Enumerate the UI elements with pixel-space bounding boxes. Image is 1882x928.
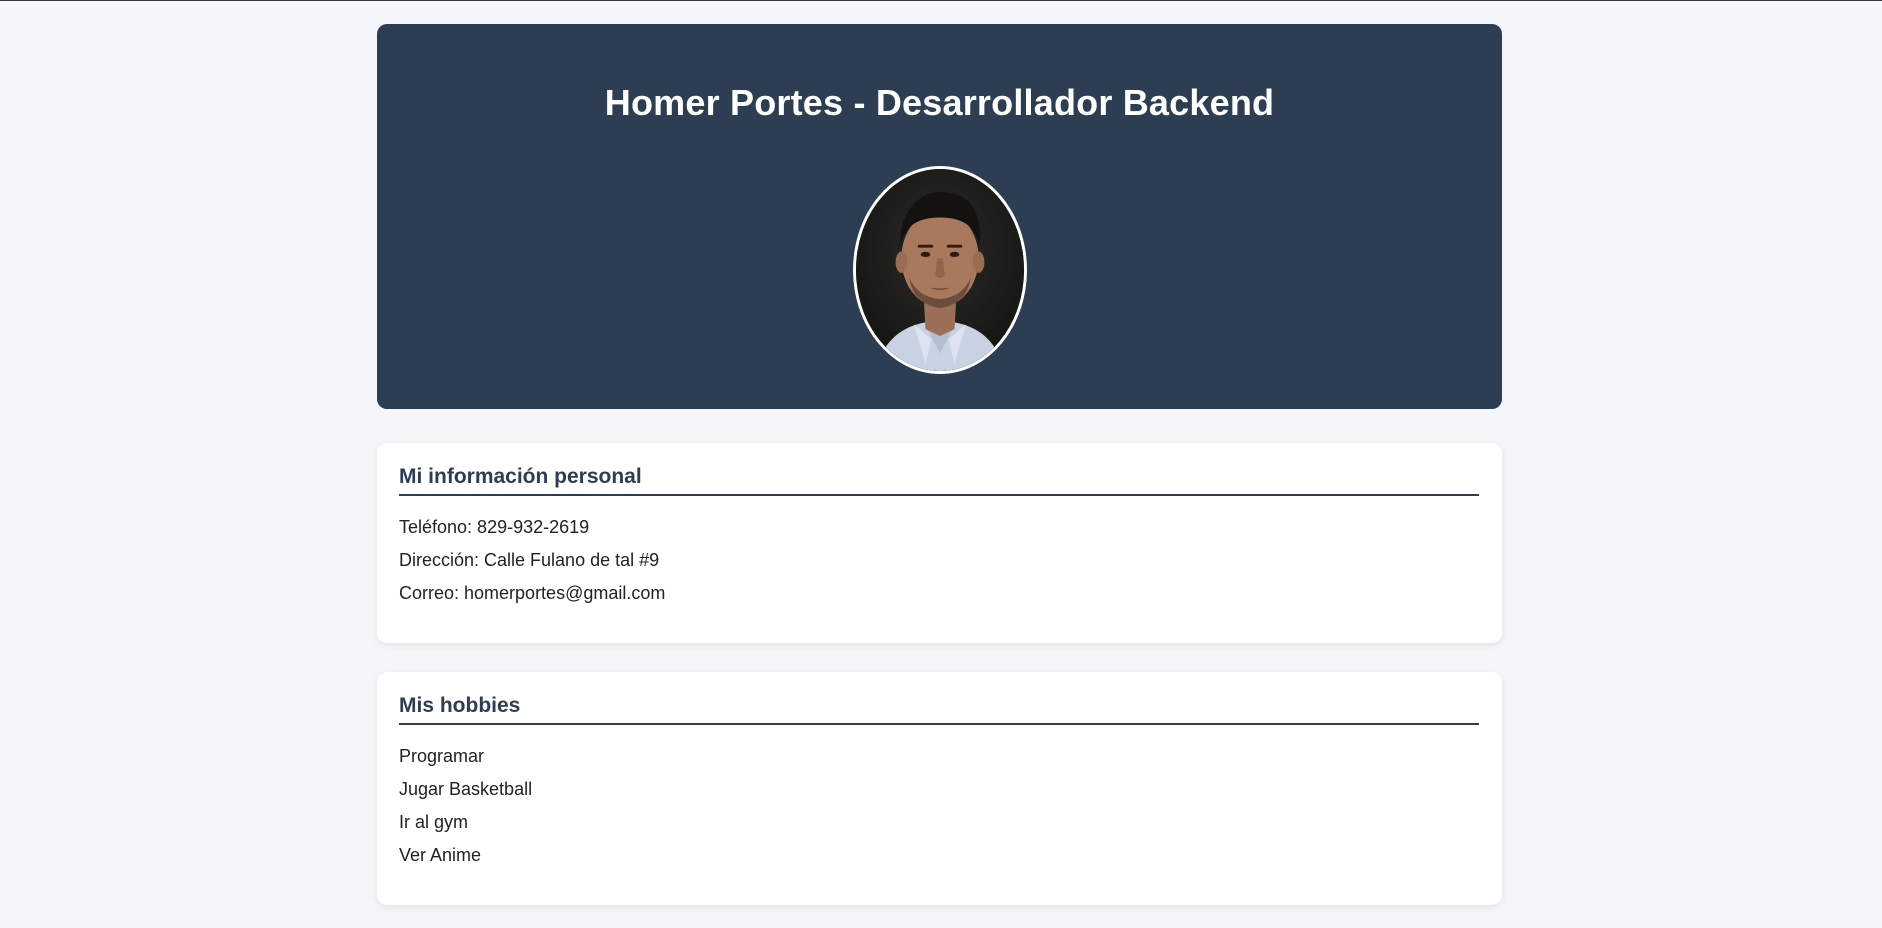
personal-info-list: Teléfono: 829-932-2619 Dirección: Calle … <box>399 517 1479 603</box>
list-item: Jugar Basketball <box>399 779 533 799</box>
personal-info-heading: Mi información personal <box>399 465 1479 496</box>
list-item: Programar <box>399 746 485 766</box>
page-title: Homer Portes - Desarrollador Backend <box>604 82 1275 123</box>
personal-info-card: Mi información personal Teléfono: 829-93… <box>377 443 1502 643</box>
hobbies-heading: Mis hobbies <box>399 694 1479 725</box>
profile-header: Homer Portes - Desarrollador Backend <box>377 24 1502 409</box>
list-item-address: Dirección: Calle Fulano de tal #9 <box>399 550 660 570</box>
avatar <box>852 166 1027 375</box>
list-item: Ir al gym <box>399 812 469 832</box>
hobbies-card: Mis hobbies Programar Jugar Basketball I… <box>377 672 1502 905</box>
list-item-phone: Teléfono: 829-932-2619 <box>399 517 590 537</box>
page-container: Homer Portes - Desarrollador Backend Mi … <box>377 24 1502 905</box>
profile-photo-icon <box>855 169 1024 372</box>
hobbies-list: Programar Jugar Basketball Ir al gym Ver… <box>399 746 1479 865</box>
list-item: Ver Anime <box>399 845 482 865</box>
list-item-email: Correo: homerportes@gmail.com <box>399 583 666 603</box>
